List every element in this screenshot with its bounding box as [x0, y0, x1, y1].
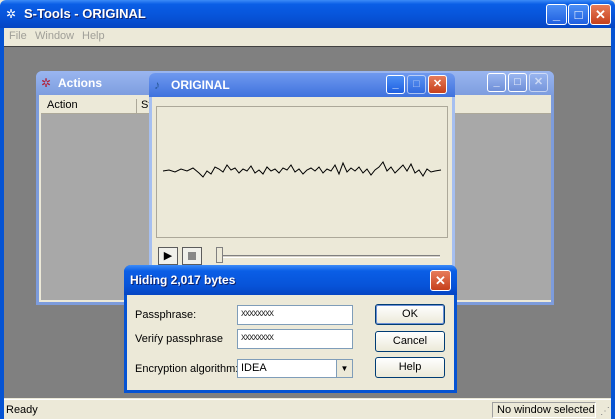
maximize-button[interactable]: □	[568, 4, 589, 25]
dropdown-arrow-icon[interactable]: ▼	[336, 360, 352, 377]
actions-window-icon: ✲	[41, 76, 52, 90]
position-slider-thumb[interactable]	[216, 247, 223, 263]
sound-file-icon: ♪	[154, 78, 160, 92]
play-button[interactable]: ▶	[158, 247, 178, 265]
actions-title: Actions	[58, 76, 103, 90]
original-close-button[interactable]: ✕	[428, 75, 447, 94]
play-icon: ▶	[163, 250, 173, 262]
original-maximize-button[interactable]: □	[407, 75, 426, 94]
encryption-algorithm-value: IDEA	[241, 362, 267, 374]
actions-close-button[interactable]: ✕	[529, 73, 548, 92]
encryption-algorithm-select[interactable]: IDEA ▼	[237, 359, 353, 378]
actions-minimize-button[interactable]: _	[487, 73, 506, 92]
passphrase-field[interactable]: xxxxxxxx	[237, 305, 353, 325]
ok-button[interactable]: OK	[375, 304, 445, 325]
original-title: ORIGINAL	[171, 78, 230, 92]
hiding-dialog: Hiding 2,017 bytes ✕ Passphrase: xxxxxxx…	[124, 265, 457, 393]
dialog-close-button[interactable]: ✕	[430, 270, 451, 291]
column-separator[interactable]	[136, 99, 137, 113]
help-button[interactable]: Help	[375, 357, 445, 378]
menu-help[interactable]: Help	[82, 30, 105, 42]
original-title-bar[interactable]: ♪ ORIGINAL _ □ ✕	[149, 73, 455, 97]
close-button[interactable]: ✕	[590, 4, 611, 25]
dialog-title-bar[interactable]: Hiding 2,017 bytes ✕	[124, 265, 457, 295]
passphrase-label: Passphrase:	[135, 309, 197, 321]
minimize-button[interactable]: _	[546, 4, 567, 25]
status-window-panel: No window selected	[492, 402, 596, 418]
window-frame-right	[611, 28, 615, 419]
verify-passphrase-label: Veriŕy passphrase	[135, 333, 224, 345]
stop-button[interactable]	[182, 247, 202, 265]
actions-maximize-button[interactable]: □	[508, 73, 527, 92]
column-header-action[interactable]: Action	[47, 99, 78, 111]
encryption-algorithm-label: Encryption algorithm:	[135, 363, 239, 375]
waveform-display	[156, 106, 448, 238]
verify-passphrase-field[interactable]: xxxxxxxx	[237, 329, 353, 349]
original-window[interactable]: ♪ ORIGINAL _ □ ✕ ▶	[149, 73, 455, 273]
stop-icon	[188, 252, 196, 260]
menu-bar: File Window Help	[4, 28, 611, 46]
main-title-bar: ✲ S-Tools - ORIGINAL _ □ ✕	[0, 0, 615, 28]
position-slider-track[interactable]	[216, 255, 440, 258]
menu-file[interactable]: File	[9, 30, 27, 42]
dialog-title: Hiding 2,017 bytes	[130, 273, 236, 287]
status-text: Ready	[6, 404, 38, 416]
original-minimize-button[interactable]: _	[386, 75, 405, 94]
status-bar: Ready No window selected ⋰	[4, 399, 611, 419]
app-title: S-Tools - ORIGINAL	[24, 6, 146, 21]
s-tools-logo-icon: ✲	[6, 7, 17, 21]
cancel-button[interactable]: Cancel	[375, 331, 445, 352]
menu-window[interactable]: Window	[35, 30, 74, 42]
resize-grip-icon[interactable]: ⋰	[600, 406, 610, 417]
waveform-graph	[162, 161, 442, 178]
